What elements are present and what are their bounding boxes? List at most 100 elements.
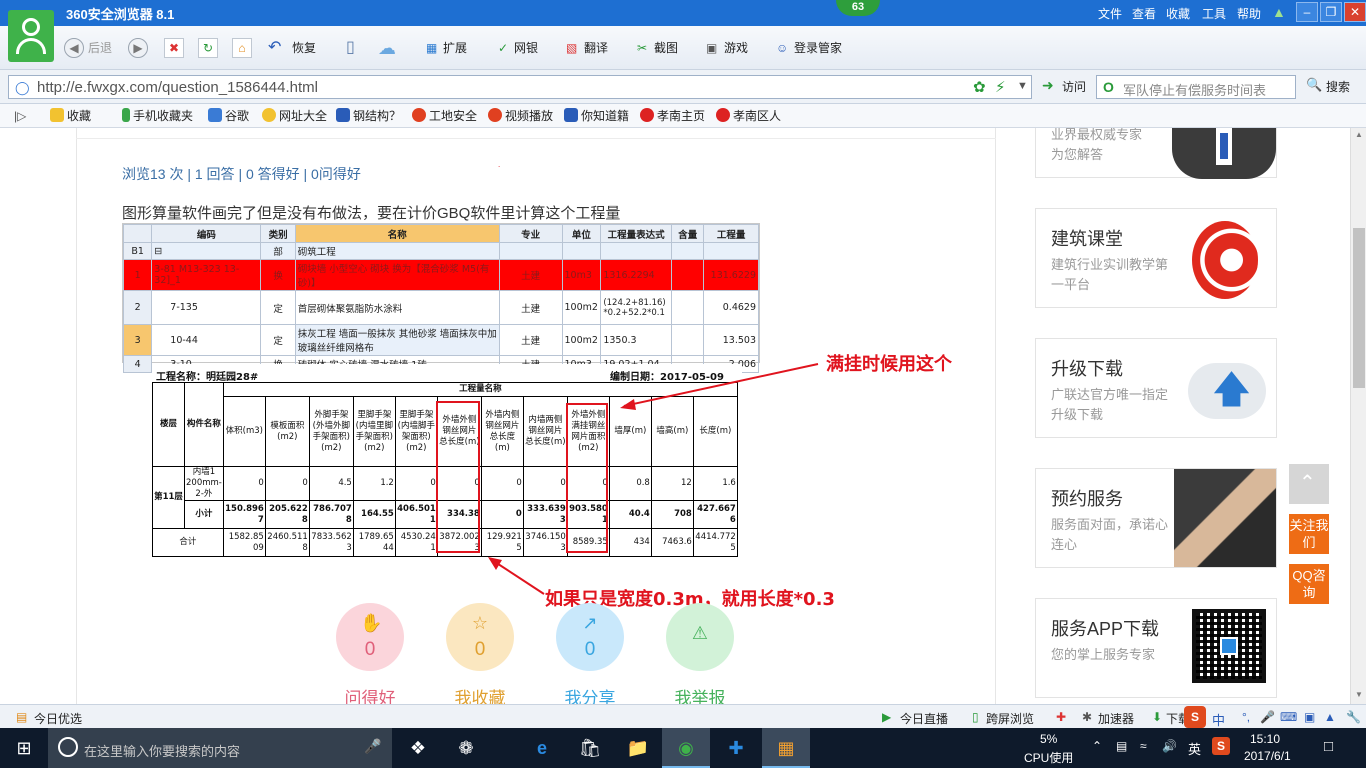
back-to-top-button[interactable]: ⌃ (1289, 464, 1329, 504)
windows-start-icon[interactable]: ⊞ (0, 728, 48, 768)
punctuation-icon[interactable]: °, (1242, 710, 1250, 724)
ime-language[interactable]: 中 (1212, 710, 1225, 729)
fav-item-google[interactable]: 谷歌 (208, 108, 249, 124)
edge-icon[interactable]: e (518, 728, 566, 768)
skin-icon[interactable]: ▲ (1272, 4, 1286, 20)
app-icon[interactable]: ✚ (712, 728, 760, 768)
network-icon[interactable]: ▤ (1116, 739, 1127, 753)
home-icon[interactable]: ⌂ (232, 38, 252, 58)
daily-live[interactable]: 今日直播 (900, 710, 948, 727)
search-input[interactable]: O 军队停止有偿服务时间表 (1096, 75, 1296, 99)
browser-360-icon[interactable]: ◉ (662, 728, 710, 768)
table-row[interactable]: 2 7-135 定 首层砌体聚氨脂防水涂料 土建 100m2 (124.2+81… (122, 290, 759, 325)
fav-item-xiaonan-people[interactable]: 孝南区人 (716, 108, 781, 124)
favorite-button[interactable]: ☆ 0 (446, 603, 514, 671)
qq-consult-button[interactable]: QQ咨询 (1289, 564, 1329, 604)
login-button[interactable]: 登录管家 (794, 38, 842, 58)
clock-date[interactable]: 2017/6/1 (1244, 749, 1291, 763)
table-row[interactable]: 1 3-81 M13-323 13-32]_1 换 砌块墙 小型空心 砌块 换为… (122, 259, 759, 291)
stop-icon[interactable]: ✖ (164, 38, 184, 58)
accelerator[interactable]: 加速器 (1098, 710, 1134, 727)
cloud-icon[interactable]: ☁ (378, 38, 396, 58)
scroll-down-icon[interactable]: ▼ (1355, 690, 1363, 699)
screenshot-button[interactable]: 截图 (654, 38, 678, 58)
fav-item-xiaonan-home[interactable]: 孝南主页 (640, 108, 705, 124)
address-bar[interactable]: ◯ http://e.fwxgx.com/question_1586444.ht… (8, 75, 1032, 99)
report-button[interactable]: ⚠ (666, 603, 734, 671)
fav-item-favorites[interactable]: 收藏 (50, 108, 91, 124)
report-label[interactable]: 我举报 (650, 684, 750, 704)
sidebar-toggle-icon[interactable]: |▷ (14, 108, 26, 124)
games-button[interactable]: 游戏 (724, 38, 748, 58)
translate-button[interactable]: 翻译 (584, 38, 608, 58)
mic-icon[interactable]: 🎤 (364, 738, 381, 755)
fav-item-know[interactable]: 你知道籍 (564, 108, 629, 124)
file-explorer-icon[interactable]: 📁 (614, 728, 662, 768)
fav-item-video[interactable]: 视频播放 (488, 108, 553, 124)
maximize-button[interactable]: ❐ (1320, 2, 1342, 22)
table-row[interactable]: 3 10-44 定 抹灰工程 墙面一般抹灰 其他砂浆 墙面抹灰中加玻璃丝纤维网格… (122, 324, 759, 356)
sogou-icon[interactable]: S (1212, 737, 1230, 755)
vertical-scrollbar[interactable]: ▲ ▼ (1350, 128, 1366, 704)
follow-us-button[interactable]: 关注我们 (1289, 514, 1329, 554)
phone-icon[interactable]: ▯ (346, 38, 355, 58)
fav-item-steel[interactable]: 钢结构？ (336, 108, 401, 124)
chevron-up-icon[interactable]: ⌃ (1092, 739, 1102, 753)
app-icon[interactable]: ❁ (442, 728, 490, 768)
skin-icon[interactable]: ▣ (1304, 710, 1315, 724)
favorite-label[interactable]: 我收藏 (430, 684, 530, 704)
menu-view[interactable]: 查看 (1132, 5, 1156, 22)
wifi-icon[interactable]: ≈ (1140, 739, 1147, 753)
visit-button[interactable]: 访问 (1062, 78, 1086, 95)
refresh-icon[interactable]: ↻ (198, 38, 218, 58)
app-download-card[interactable]: 服务APP下载 您的掌上服务专家 (1035, 598, 1277, 698)
netbank-button[interactable]: 网银 (514, 38, 538, 58)
question-stats[interactable]: 浏览13 次 | 1 回答 | 0 答得好 | 0问得好 (122, 164, 361, 184)
input-language[interactable]: 英 (1188, 739, 1201, 758)
notification-icon[interactable]: □ (1324, 738, 1333, 755)
daily-picks[interactable]: 今日优选 (34, 710, 82, 727)
search-button[interactable]: 搜索 (1326, 78, 1350, 95)
shirt-icon[interactable]: ▲ (1324, 710, 1336, 724)
task-view-icon[interactable]: ❖ (394, 728, 442, 768)
close-button[interactable]: ✕ (1344, 2, 1366, 22)
ask-good-button[interactable]: ✋ 0 (336, 603, 404, 671)
undo-icon[interactable]: ↶ (268, 38, 281, 58)
fav-item-urls[interactable]: 网址大全 (262, 108, 327, 124)
appointment-card[interactable]: 预约服务 服务面对面，承诺心连心 (1035, 468, 1277, 568)
keyboard-icon[interactable]: ⌨ (1280, 710, 1297, 724)
secure-icon[interactable]: ✿ (973, 78, 986, 96)
sogou-ime-icon[interactable]: S (1184, 706, 1206, 728)
restore-button[interactable]: 恢复 (292, 38, 316, 58)
share-label[interactable]: 我分享 (540, 684, 640, 704)
scroll-up-icon[interactable]: ▲ (1355, 130, 1363, 139)
minimize-button[interactable]: – (1296, 2, 1318, 22)
course-card[interactable]: 建筑课堂 建筑行业实训教学第一平台 (1035, 208, 1277, 308)
wrench-icon[interactable]: 🔧 (1346, 710, 1361, 724)
mic-icon[interactable]: 🎤 (1260, 710, 1275, 724)
fav-item-safety[interactable]: 工地安全 (412, 108, 477, 124)
dropdown-icon[interactable]: ▼ (1017, 80, 1028, 92)
menu-file[interactable]: 文件 (1098, 5, 1122, 22)
search-engine-icon[interactable]: O (1103, 79, 1114, 95)
clock-time[interactable]: 15:10 (1250, 732, 1280, 746)
scroll-thumb[interactable] (1353, 228, 1365, 388)
share-button[interactable]: ↗ 0 (556, 603, 624, 671)
forward-arrow-icon[interactable]: ▶ (128, 38, 148, 58)
extend-button[interactable]: 扩展 (443, 38, 467, 58)
store-icon[interactable]: 🛍 (566, 728, 614, 768)
url-text[interactable]: http://e.fwxgx.com/question_1586444.html (37, 79, 318, 96)
taskbar-search[interactable]: 在这里输入你要搜索的内容 🎤 (48, 728, 392, 768)
fav-item-mobile[interactable]: 手机收藏夹 (122, 108, 193, 124)
collapse-icon[interactable]: ⊟ (151, 242, 262, 260)
expert-card[interactable]: 业界最权威专家 为您解答 (1035, 128, 1277, 179)
ask-good-label[interactable]: 问得好 (320, 684, 420, 704)
volume-icon[interactable]: 🔊 (1162, 739, 1177, 753)
tools-icon[interactable]: ✚ (1056, 710, 1066, 724)
menu-tools[interactable]: 工具 (1202, 5, 1226, 22)
app-icon[interactable]: ▦ (762, 728, 810, 768)
menu-help[interactable]: 帮助 (1237, 5, 1261, 22)
menu-favorites[interactable]: 收藏 (1166, 5, 1190, 22)
back-button[interactable]: 后退 (88, 38, 112, 58)
back-arrow-icon[interactable]: ◀ (64, 38, 84, 58)
